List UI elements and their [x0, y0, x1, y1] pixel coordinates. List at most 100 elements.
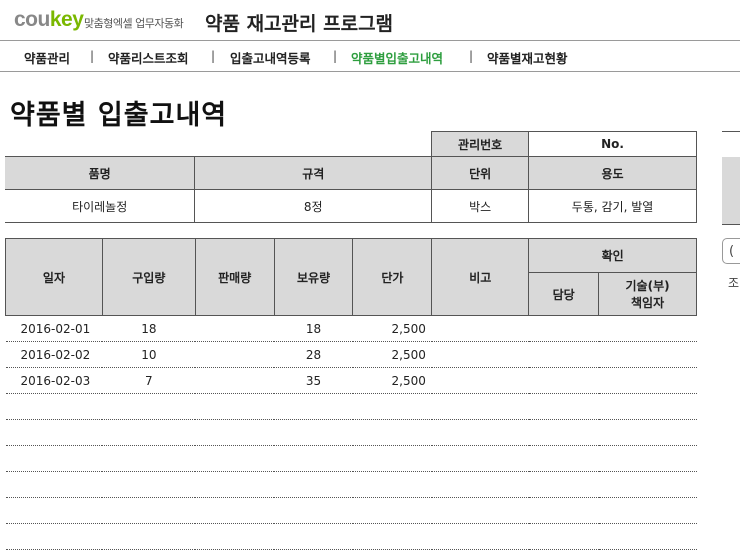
cell-sales[interactable]: [195, 341, 275, 368]
cell-note[interactable]: [431, 471, 529, 498]
cell-purchase[interactable]: [102, 497, 196, 524]
cell-sales[interactable]: [195, 445, 275, 472]
cell-note[interactable]: [431, 445, 529, 472]
cell-stock[interactable]: 35: [274, 367, 353, 394]
cell-price[interactable]: [352, 497, 432, 524]
cell-tech-manager[interactable]: [598, 341, 697, 368]
mgmt-number-label: 관리번호: [431, 131, 530, 157]
spec-value[interactable]: 8정: [194, 189, 433, 223]
cell-manager[interactable]: [528, 367, 599, 394]
cell-manager[interactable]: [528, 341, 599, 368]
cell-sales[interactable]: [195, 523, 275, 550]
unit-value[interactable]: 박스: [431, 189, 530, 223]
cell-note[interactable]: [431, 419, 529, 446]
cell-note[interactable]: [431, 341, 529, 368]
cell-tech-manager[interactable]: [598, 445, 697, 472]
slogan: 맞춤형엑셀 업무자동화: [84, 17, 184, 30]
cell-tech-manager[interactable]: [598, 393, 697, 420]
col-sales: 판매량: [194, 238, 275, 316]
cell-stock[interactable]: [274, 393, 353, 420]
cell-manager[interactable]: [528, 445, 599, 472]
cell-note[interactable]: [431, 497, 529, 524]
cell-date[interactable]: 2016-02-02: [5, 341, 103, 368]
cell-sales[interactable]: [195, 367, 275, 394]
cell-tech-manager[interactable]: [598, 497, 697, 524]
table-row: [5, 419, 697, 446]
cell-sales[interactable]: [195, 471, 275, 498]
unit-header: 단위: [431, 156, 530, 190]
side-panel-top: [722, 131, 740, 159]
use-value[interactable]: 두통, 감기, 발열: [528, 189, 697, 223]
cell-stock[interactable]: [274, 523, 353, 550]
nav-item-inout-register[interactable]: 입출고내역등록: [230, 48, 311, 67]
cell-tech-manager[interactable]: [598, 367, 697, 394]
cell-stock[interactable]: 18: [274, 315, 353, 342]
cell-sales[interactable]: [195, 315, 275, 342]
cell-purchase[interactable]: [102, 523, 196, 550]
cell-date[interactable]: 2016-02-03: [5, 367, 103, 394]
table-row: [5, 471, 697, 498]
nav-item-inout-by-medicine[interactable]: 약품별입출고내역: [351, 48, 443, 67]
use-header: 용도: [528, 156, 697, 190]
cell-date[interactable]: [5, 471, 103, 498]
cell-manager[interactable]: [528, 471, 599, 498]
cell-date[interactable]: [5, 523, 103, 550]
cell-purchase[interactable]: 7: [102, 367, 196, 394]
cell-sales[interactable]: [195, 419, 275, 446]
cell-manager[interactable]: [528, 393, 599, 420]
cell-date[interactable]: [5, 393, 103, 420]
cell-price[interactable]: 2,500: [352, 367, 432, 394]
cell-stock[interactable]: [274, 497, 353, 524]
nav-item-medicine-list[interactable]: 약품리스트조회: [108, 48, 189, 67]
table-row: 2016-02-02 10 28 2,500: [5, 341, 697, 368]
col-tech-manager: 기술(부) 책임자: [598, 272, 697, 316]
cell-stock[interactable]: 28: [274, 341, 353, 368]
cell-date[interactable]: [5, 445, 103, 472]
cell-stock[interactable]: [274, 445, 353, 472]
mgmt-number-value[interactable]: No.: [528, 131, 697, 157]
cell-note[interactable]: [431, 367, 529, 394]
cell-tech-manager[interactable]: [598, 419, 697, 446]
cell-date[interactable]: [5, 497, 103, 524]
col-manager: 담당: [528, 272, 600, 316]
cell-purchase[interactable]: [102, 471, 196, 498]
nav-item-medicine-management[interactable]: 약품관리: [24, 48, 70, 67]
cell-sales[interactable]: [195, 497, 275, 524]
col-stock: 보유량: [273, 238, 354, 316]
side-partial-button[interactable]: (: [722, 238, 740, 264]
cell-stock[interactable]: [274, 419, 353, 446]
cell-tech-manager[interactable]: [598, 523, 697, 550]
col-date: 일자: [5, 238, 103, 316]
cell-note[interactable]: [431, 523, 529, 550]
cell-manager[interactable]: [528, 523, 599, 550]
cell-note[interactable]: [431, 393, 529, 420]
cell-price[interactable]: 2,500: [352, 315, 432, 342]
cell-price[interactable]: [352, 393, 432, 420]
cell-purchase[interactable]: 18: [102, 315, 196, 342]
cell-sales[interactable]: [195, 393, 275, 420]
name-header: 품명: [5, 156, 196, 190]
cell-price[interactable]: [352, 523, 432, 550]
cell-purchase[interactable]: [102, 419, 196, 446]
name-value[interactable]: 타이레놀정: [5, 189, 196, 223]
main-nav: 약품관리 | 약품리스트조회 | 입출고내역등록 | 약품별입출고내역 | 약품…: [0, 41, 740, 72]
cell-manager[interactable]: [528, 315, 599, 342]
cell-stock[interactable]: [274, 471, 353, 498]
cell-note[interactable]: [431, 315, 529, 342]
cell-purchase[interactable]: [102, 445, 196, 472]
cell-price[interactable]: 2,500: [352, 341, 432, 368]
cell-manager[interactable]: [528, 419, 599, 446]
cell-date[interactable]: 2016-02-01: [5, 315, 103, 342]
cell-purchase[interactable]: 10: [102, 341, 196, 368]
cell-tech-manager[interactable]: [598, 315, 697, 342]
nav-item-stock-status[interactable]: 약품별재고현황: [487, 48, 568, 67]
cell-price[interactable]: [352, 445, 432, 472]
cell-date[interactable]: [5, 419, 103, 446]
cell-price[interactable]: [352, 471, 432, 498]
cell-purchase[interactable]: [102, 393, 196, 420]
nav-separator: |: [469, 49, 474, 63]
cell-price[interactable]: [352, 419, 432, 446]
cell-manager[interactable]: [528, 497, 599, 524]
nav-separator: |: [211, 49, 216, 63]
cell-tech-manager[interactable]: [598, 471, 697, 498]
